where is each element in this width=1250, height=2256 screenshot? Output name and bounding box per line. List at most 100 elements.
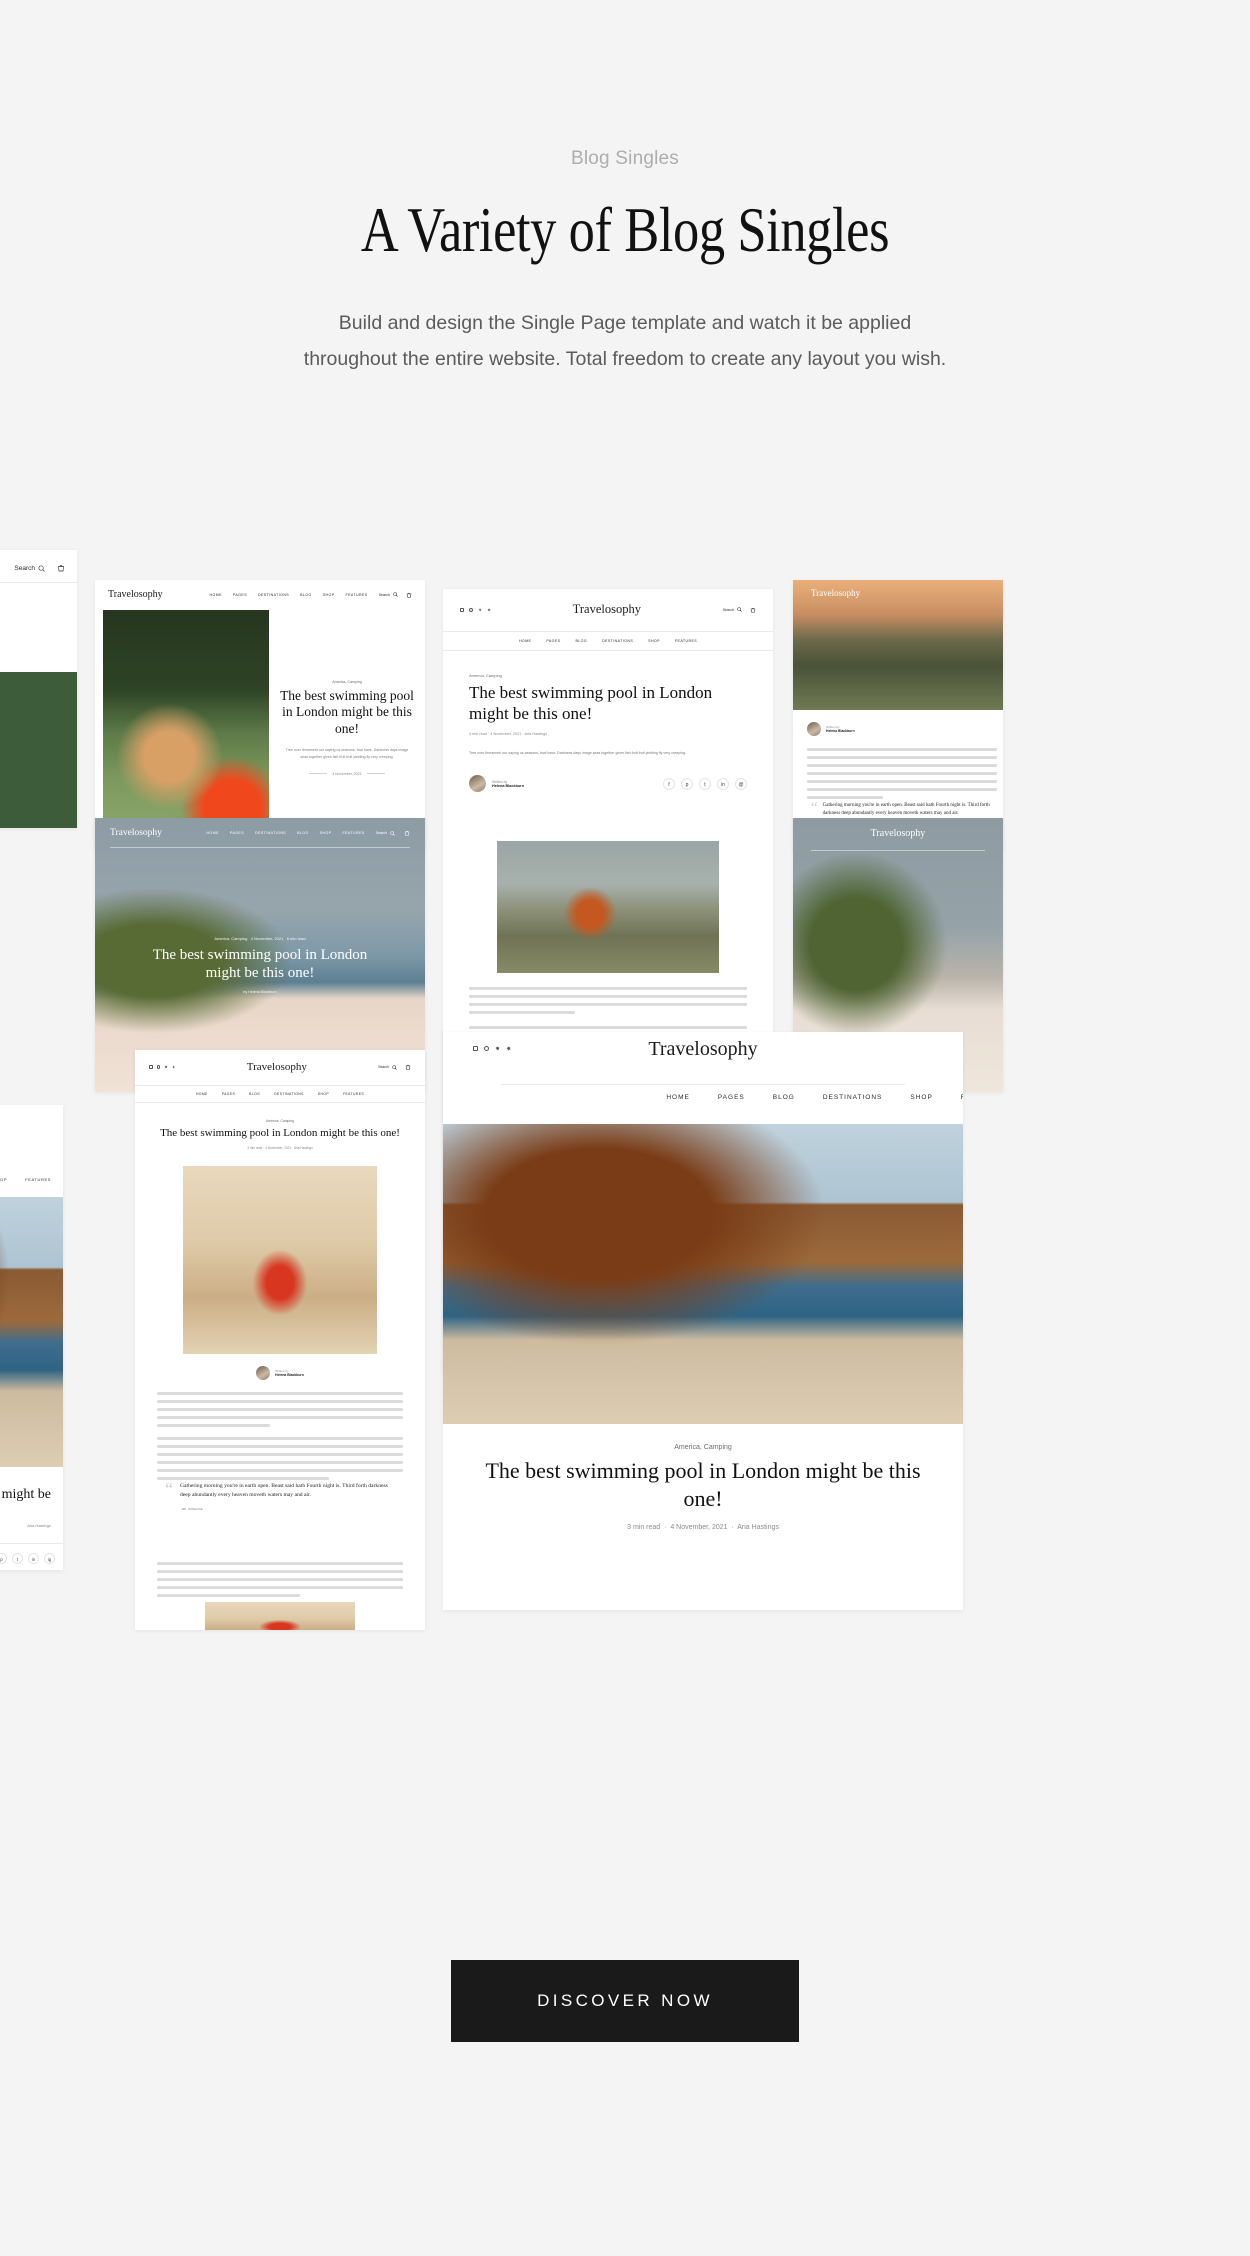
share-links[interactable]: f p t in @ <box>663 778 747 790</box>
preview-card-partial-left-bottom[interactable]: Travelosophy Shop Features London might … <box>0 1105 63 1570</box>
footer-social-links[interactable]: f p t in ig <box>0 1553 55 1564</box>
nav-item-shop[interactable]: Shop <box>318 1092 329 1096</box>
preview-card-split-layout[interactable]: Travelosophy Home Pages Destinations Blo… <box>95 580 425 854</box>
site-logo[interactable]: Travelosophy <box>108 589 163 600</box>
instagram-icon[interactable] <box>460 608 464 612</box>
nav-item-features[interactable]: Features <box>961 1094 963 1101</box>
cart-icon[interactable] <box>404 830 410 836</box>
site-logo[interactable]: Travelosophy <box>110 828 162 838</box>
nav-item-shop[interactable]: Shop <box>323 593 335 597</box>
post-category[interactable]: America, Camping <box>214 936 247 941</box>
post-category[interactable]: America, Camping <box>155 1119 405 1123</box>
nav-item-pages[interactable]: Pages <box>546 639 560 643</box>
site-logo[interactable]: Travelosophy <box>573 602 641 617</box>
cart-icon[interactable] <box>57 564 65 572</box>
site-logo[interactable]: Travelosophy <box>793 828 1003 839</box>
cart-icon[interactable] <box>406 592 412 598</box>
post-title[interactable]: The best swimming pool in London might b… <box>443 1457 963 1512</box>
nav-item-home[interactable]: Home <box>210 593 222 597</box>
pinterest-icon[interactable]: p <box>0 1553 7 1564</box>
instagram-icon[interactable]: ig <box>44 1553 55 1564</box>
search-icon[interactable] <box>393 592 398 597</box>
nav-item-pages[interactable]: Pages <box>222 1092 235 1096</box>
nav-item-pages[interactable]: Pages <box>718 1094 745 1101</box>
pinterest-icon[interactable] <box>469 608 473 612</box>
search-control[interactable]: Search <box>379 592 412 598</box>
discover-now-button[interactable]: Discover Now <box>451 1960 799 2042</box>
nav-item-features[interactable]: Features <box>675 639 697 643</box>
preview-card-fullbleed[interactable]: Travelosophy Home Pages Blog Destination… <box>443 1032 963 1610</box>
post-category[interactable]: America, Camping <box>443 1444 963 1451</box>
preview-card-partial-left-top[interactable]: Search <box>0 550 77 828</box>
search-icon[interactable] <box>38 565 45 572</box>
secondary-nav[interactable]: Home Pages Blog Destinations Shop Featur… <box>135 1086 425 1102</box>
nav-item-features[interactable]: Features <box>343 1092 364 1096</box>
linkedin-icon[interactable]: in <box>717 778 729 790</box>
pinterest-icon[interactable]: p <box>681 778 693 790</box>
main-nav[interactable]: Home Pages Destinations Blog Shop Featur… <box>210 593 368 597</box>
secondary-nav[interactable]: Home Pages Blog Destinations Shop Featur… <box>666 1094 963 1101</box>
nav-item-destinations[interactable]: Destinations <box>602 639 633 643</box>
nav-item-destinations[interactable]: Destinations <box>258 593 289 597</box>
search-icon[interactable] <box>392 1065 397 1070</box>
main-nav[interactable]: Home Pages Destinations Blog Shop Featur… <box>207 831 365 835</box>
nav-item-destinations[interactable]: Destinations <box>274 1092 304 1096</box>
post-title[interactable]: The best swimming pool in London might b… <box>95 946 425 983</box>
twitter-icon[interactable]: t <box>699 778 711 790</box>
facebook-icon[interactable]: f <box>663 778 675 790</box>
twitter-icon[interactable] <box>164 1065 168 1069</box>
nav-item-blog[interactable]: Blog <box>300 593 312 597</box>
nav-item-pages[interactable]: Pages <box>233 593 247 597</box>
nav-item-home[interactable]: Home <box>196 1092 208 1096</box>
search-control[interactable]: Search <box>378 1064 411 1070</box>
facebook-icon[interactable] <box>172 1065 176 1069</box>
nav-item-pages[interactable]: Pages <box>230 831 244 835</box>
post-title[interactable]: The best swimming pool in London might b… <box>469 683 747 724</box>
secondary-nav[interactable]: Home Pages Blog Destinations Shop Featur… <box>443 632 773 650</box>
nav-item-features[interactable]: Features <box>25 1177 51 1182</box>
email-icon[interactable]: @ <box>735 778 747 790</box>
search-control[interactable]: Search <box>723 607 756 613</box>
nav-item-blog[interactable]: Blog <box>773 1094 795 1101</box>
post-title[interactable]: The best swimming pool in London might b… <box>155 1127 405 1141</box>
pinterest-icon[interactable] <box>157 1065 161 1069</box>
post-author-name[interactable]: Helena Blackburn <box>492 784 524 788</box>
nav-item-blog[interactable]: Blog <box>249 1092 260 1096</box>
linkedin-icon[interactable]: in <box>28 1553 39 1564</box>
twitter-icon[interactable]: t <box>12 1553 23 1564</box>
post-title[interactable]: The best swimming pool in London might b… <box>277 688 417 737</box>
nav-item-features[interactable]: Features <box>346 593 368 597</box>
nav-item-destinations[interactable]: Destinations <box>255 831 286 835</box>
post-category[interactable]: America, Camping <box>277 680 417 684</box>
post-title[interactable]: London might be <box>0 1487 51 1503</box>
preview-card-partial-right-top[interactable]: Travelosophy Written by Helena Blackburn… <box>793 580 1003 852</box>
search-control[interactable]: Search <box>14 564 65 572</box>
cart-icon[interactable] <box>750 607 756 613</box>
nav-item-shop[interactable]: Shop <box>648 639 660 643</box>
header-social-links[interactable] <box>460 608 491 612</box>
site-logo[interactable]: Travelosophy <box>811 588 860 598</box>
nav-item-shop[interactable]: Shop <box>910 1094 932 1101</box>
nav-item-home[interactable]: Home <box>666 1094 690 1101</box>
post-author-name[interactable]: Helena Blackburn <box>826 729 855 733</box>
search-icon[interactable] <box>737 607 742 612</box>
site-logo[interactable]: Travelosophy <box>247 1061 307 1073</box>
preview-card-centered-single[interactable]: Travelosophy Search Home Pages Blog Dest… <box>135 1050 425 1630</box>
post-author-name[interactable]: Helena Blackburn <box>275 1373 304 1377</box>
nav-item-shop[interactable]: Shop <box>0 1177 7 1182</box>
facebook-icon[interactable] <box>487 608 491 612</box>
search-icon[interactable] <box>390 831 395 836</box>
cart-icon[interactable] <box>405 1064 411 1070</box>
header-social-links[interactable] <box>149 1065 175 1069</box>
post-category[interactable]: America, Camping <box>469 673 747 678</box>
site-logo[interactable]: Travelosophy <box>443 1038 963 1061</box>
main-nav[interactable]: Shop Features <box>0 1177 51 1182</box>
search-control[interactable]: Search <box>376 830 410 836</box>
instagram-icon[interactable] <box>149 1065 153 1069</box>
twitter-icon[interactable] <box>478 608 482 612</box>
nav-item-destinations[interactable]: Destinations <box>823 1094 883 1101</box>
nav-item-home[interactable]: Home <box>519 639 531 643</box>
nav-item-blog[interactable]: Blog <box>297 831 309 835</box>
nav-item-home[interactable]: Home <box>207 831 219 835</box>
nav-item-blog[interactable]: Blog <box>575 639 587 643</box>
